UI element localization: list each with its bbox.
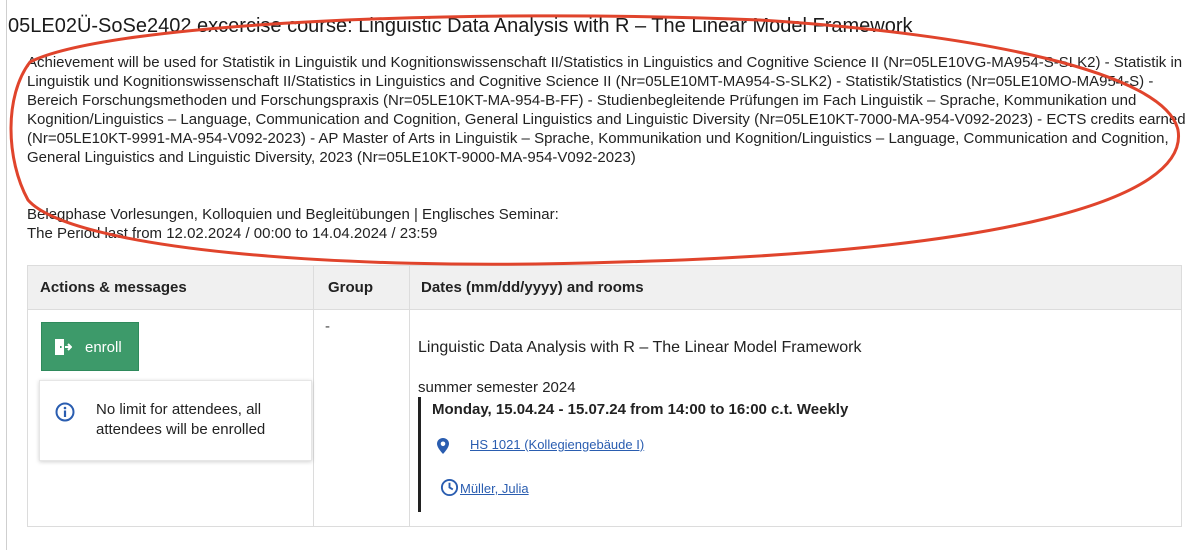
achievement-text: Achievement will be used for Statistik i… [27,54,1186,166]
period-phase: Belegphase Vorlesungen, Kolloquien und B… [27,206,559,223]
page: 05LE02Ü-SoSe2402 excercise course: Lingu… [0,0,1197,550]
schedule: Monday, 15.04.24 - 15.07.24 from 14:00 t… [432,401,849,418]
map-pin-icon [437,438,449,454]
column-separator [409,266,410,526]
header-group: Group [328,279,373,296]
clock-icon [440,478,459,497]
dates-table: Actions & messages Group Dates (mm/dd/yy… [27,265,1182,527]
header-dates: Dates (mm/dd/yyyy) and rooms [421,279,644,296]
header-actions: Actions & messages [40,279,187,296]
enroll-button[interactable]: enroll [41,322,139,371]
left-border [6,0,7,550]
group-value: - [325,318,330,335]
enroll-label: enroll [85,339,122,356]
appointment-title: Linguistic Data Analysis with R – The Li… [418,339,862,356]
course-title: 05LE02Ü-SoSe2402 excercise course: Lingu… [8,15,913,37]
table-header: Actions & messages Group Dates (mm/dd/yy… [28,266,1181,310]
attendee-info-box: No limit for attendees, all attendees wi… [39,380,312,461]
period-range: The Period last from 12.02.2024 / 00:00 … [27,225,438,242]
info-text: No limit for attendees, all attendees wi… [96,401,266,438]
enroll-door-icon [55,339,72,355]
semester: summer semester 2024 [418,379,576,396]
column-separator [313,266,314,526]
lecturer-link[interactable]: Müller, Julia [460,481,529,496]
room-link[interactable]: HS 1021 (Kollegiengebäude I) [470,437,644,452]
date-block: Monday, 15.04.24 - 15.07.24 from 14:00 t… [418,397,1141,512]
info-circle-icon [55,402,75,422]
period-info: Belegphase Vorlesungen, Kolloquien und B… [27,205,559,243]
